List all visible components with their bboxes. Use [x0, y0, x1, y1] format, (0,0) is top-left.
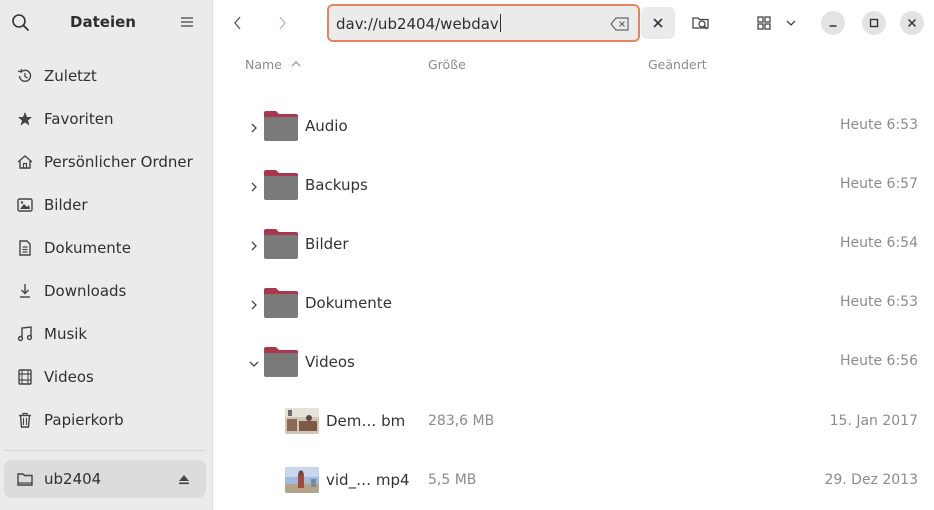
folder-icon [263, 226, 299, 260]
list-item[interactable]: vid_… mp4 5,5 MB 29. Dez 2013 [214, 452, 934, 508]
close-icon [907, 18, 917, 28]
hamburger-menu-icon[interactable] [178, 13, 196, 31]
list-item[interactable]: Videos Heute 6:56 [214, 334, 934, 390]
video-thumbnail [285, 408, 319, 434]
sidebar-item-home[interactable]: Persönlicher Ordner [4, 143, 206, 181]
column-header-size[interactable]: Größe [428, 57, 466, 72]
sidebar-item-label: Downloads [44, 282, 127, 300]
row-date: Heute 6:56 [839, 353, 918, 369]
clock-icon [16, 67, 34, 85]
list-item[interactable]: Bilder Heute 6:54 [214, 216, 934, 272]
sidebar-item-label: Videos [44, 368, 94, 386]
sidebar-item-dokumente[interactable]: Dokumente [4, 229, 206, 267]
header-bar: dav://ub2404/webdav [214, 0, 934, 46]
maximize-icon [869, 18, 879, 28]
forward-button[interactable] [266, 8, 298, 38]
view-options-button[interactable] [779, 7, 803, 39]
sidebar-item-favoriten[interactable]: Favoriten [4, 100, 206, 138]
row-name: Dem… bm [326, 412, 406, 430]
sidebar-header: Dateien [0, 0, 212, 46]
close-window-button[interactable] [900, 11, 924, 35]
sidebar-item-label: Papierkorb [44, 411, 124, 429]
folder-icon [263, 344, 299, 378]
folder-search-icon [692, 17, 709, 30]
sidebar-item-videos[interactable]: Videos [4, 358, 206, 396]
folder-icon [263, 108, 299, 142]
music-icon [16, 325, 34, 343]
row-name: Backups [305, 176, 368, 194]
sidebar-divider [4, 450, 206, 451]
sidebar-item-papierkorb[interactable]: Papierkorb [4, 401, 206, 439]
minimize-button[interactable] [821, 11, 845, 35]
sidebar-item-label: Musik [44, 325, 88, 343]
home-icon [16, 153, 34, 171]
column-header-modified[interactable]: Geändert [648, 57, 707, 72]
row-size: 283,6 MB [428, 413, 495, 429]
video-icon [16, 368, 34, 386]
chevron-right-icon[interactable] [248, 119, 260, 133]
row-name: Audio [305, 117, 348, 135]
app-title: Dateien [70, 13, 136, 31]
row-name: vid_… mp4 [326, 471, 410, 489]
sidebar-item-label: Favoriten [44, 110, 114, 128]
list-item[interactable]: Audio Heute 6:53 [214, 98, 934, 154]
column-header-label: Name [245, 57, 282, 72]
list-item[interactable]: Dokumente Heute 6:53 [214, 275, 934, 331]
sidebar-item-label: Persönlicher Ordner [44, 153, 193, 171]
row-date: 29. Dez 2013 [824, 472, 918, 488]
maximize-button[interactable] [862, 11, 886, 35]
row-date: 15. Jan 2017 [829, 413, 918, 429]
download-icon [16, 282, 34, 300]
star-icon [16, 110, 34, 128]
row-name: Dokumente [305, 294, 392, 312]
back-button[interactable] [222, 8, 254, 38]
document-icon [16, 239, 34, 257]
text-cursor [499, 14, 501, 32]
trash-icon [16, 411, 34, 429]
row-name: Bilder [305, 235, 349, 253]
folder-icon [263, 285, 299, 319]
chevron-right-icon[interactable] [248, 296, 260, 310]
location-value: dav://ub2404/webdav [336, 15, 499, 33]
clear-text-icon[interactable] [610, 16, 630, 32]
sidebar-item-label: Dokumente [44, 239, 131, 257]
search-files-button[interactable] [684, 7, 718, 39]
cancel-location-button[interactable] [641, 7, 675, 39]
grid-icon [757, 16, 771, 30]
sidebar-item-label: Bilder [44, 196, 88, 214]
row-name: Videos [305, 353, 355, 371]
sidebar-item-label: Zuletzt [44, 67, 97, 85]
row-date: Heute 6:54 [839, 235, 918, 251]
row-size: 5,5 MB [428, 472, 477, 488]
row-date: Heute 6:57 [839, 176, 918, 192]
sidebar-item-downloads[interactable]: Downloads [4, 272, 206, 310]
list-item[interactable]: Backups Heute 6:57 [214, 157, 934, 213]
chevron-down-icon [786, 20, 796, 26]
list-item[interactable]: Dem… bm 283,6 MB 15. Jan 2017 [214, 393, 934, 449]
sidebar-item-bilder[interactable]: Bilder [4, 186, 206, 224]
minimize-icon [829, 25, 837, 27]
drive-icon [16, 470, 34, 488]
chevron-right-icon[interactable] [248, 178, 260, 192]
row-date: Heute 6:53 [839, 294, 918, 310]
sidebar-item-label: ub2404 [44, 470, 102, 488]
sidebar-item-musik[interactable]: Musik [4, 315, 206, 353]
location-entry[interactable]: dav://ub2404/webdav [327, 4, 640, 42]
chevron-right-icon[interactable] [248, 237, 260, 251]
location-text[interactable]: dav://ub2404/webdav [336, 14, 501, 33]
view-grid-button[interactable] [747, 7, 781, 39]
sort-ascending-icon [291, 61, 301, 67]
image-icon [16, 196, 34, 214]
close-icon [653, 18, 663, 28]
sidebar-item-zuletzt[interactable]: Zuletzt [4, 57, 206, 95]
column-header-name[interactable]: Name [245, 57, 302, 72]
sidebar: Dateien Zuletzt Favoriten Persönlicher O… [0, 0, 213, 510]
chevron-down-icon[interactable] [248, 355, 260, 367]
video-thumbnail [285, 467, 319, 493]
eject-icon[interactable] [176, 471, 192, 487]
sidebar-item-ub2404[interactable]: ub2404 [4, 460, 206, 498]
row-date: Heute 6:53 [839, 117, 918, 133]
folder-icon [263, 167, 299, 201]
